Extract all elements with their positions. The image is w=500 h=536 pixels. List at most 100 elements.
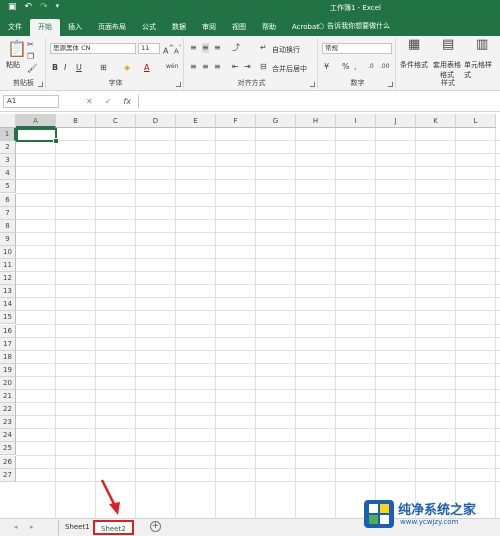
column-header-j[interactable]: J xyxy=(376,114,416,128)
comma-button[interactable]: , xyxy=(354,62,357,72)
percent-button[interactable]: % xyxy=(342,62,350,72)
cut-icon[interactable]: ✂ xyxy=(27,40,34,50)
paste-icon[interactable]: 📋 xyxy=(7,40,27,58)
row-header-3[interactable]: 3 xyxy=(0,154,16,168)
row-header-21[interactable]: 21 xyxy=(0,390,16,404)
row-header-9[interactable]: 9 xyxy=(0,232,16,246)
increase-decimal-icon[interactable]: .0 xyxy=(368,62,374,72)
row-header-11[interactable]: 11 xyxy=(0,259,16,273)
tab-help[interactable]: 帮助 xyxy=(254,19,284,36)
column-header-i[interactable]: I xyxy=(336,114,376,128)
row-header-1[interactable]: 1 xyxy=(0,128,16,142)
increase-indent-icon[interactable]: ⇥ xyxy=(244,62,251,72)
row-header-16[interactable]: 16 xyxy=(0,324,16,338)
row-header-26[interactable]: 26 xyxy=(0,455,16,469)
row-header-22[interactable]: 22 xyxy=(0,403,16,417)
save-icon[interactable]: ▣ xyxy=(8,2,17,12)
scroll-right-icon[interactable]: ▸ xyxy=(30,523,34,531)
tab-view[interactable]: 视图 xyxy=(224,19,254,36)
worksheet-grid[interactable]: A B C D E F G H I J K L 1 2 3 4 5 6 7 8 9 10 11 12 13 14 15 16 17 18 1… xyxy=(0,114,500,518)
dialog-launcher-icon[interactable] xyxy=(176,82,181,87)
row-header-13[interactable]: 13 xyxy=(0,285,16,299)
merge-center-button[interactable]: 合并后居中 xyxy=(272,64,307,74)
decrease-decimal-icon[interactable]: .00 xyxy=(380,62,390,72)
align-middle-icon[interactable]: ≡ xyxy=(202,43,209,53)
column-header-g[interactable]: G xyxy=(256,114,296,128)
column-header-c[interactable]: C xyxy=(96,114,136,128)
scroll-left-icon[interactable]: ◂ xyxy=(14,523,18,531)
row-header-6[interactable]: 6 xyxy=(0,193,16,207)
row-header-2[interactable]: 2 xyxy=(0,141,16,155)
shrink-font-icon[interactable]: Aˇ xyxy=(174,44,182,56)
row-header-20[interactable]: 20 xyxy=(0,376,16,390)
column-header-e[interactable]: E xyxy=(176,114,216,128)
orientation-icon[interactable]: ⤴ xyxy=(232,43,240,53)
column-header-a[interactable]: A xyxy=(16,114,56,128)
row-header-24[interactable]: 24 xyxy=(0,429,16,443)
dialog-launcher-icon[interactable] xyxy=(388,82,393,87)
font-name-select[interactable]: 思源黑体 CN xyxy=(50,43,136,54)
column-header-b[interactable]: B xyxy=(56,114,96,128)
align-center-icon[interactable]: ≡ xyxy=(202,62,209,72)
tab-insert[interactable]: 插入 xyxy=(60,19,90,36)
column-header-f[interactable]: F xyxy=(216,114,256,128)
align-left-icon[interactable]: ≡ xyxy=(190,62,197,72)
paste-button[interactable]: 粘贴 xyxy=(6,60,20,70)
font-size-select[interactable]: 11 xyxy=(138,43,160,54)
row-header-23[interactable]: 23 xyxy=(0,416,16,430)
row-header-14[interactable]: 14 xyxy=(0,298,16,312)
row-header-19[interactable]: 19 xyxy=(0,363,16,377)
column-header-l[interactable]: L xyxy=(456,114,496,128)
currency-icon[interactable]: ¥ xyxy=(324,62,329,72)
row-header-10[interactable]: 10 xyxy=(0,245,16,259)
tab-data[interactable]: 数据 xyxy=(164,19,194,36)
conditional-format-button[interactable]: 条件格式 xyxy=(400,60,428,70)
formula-input[interactable] xyxy=(138,95,496,108)
select-all-button[interactable] xyxy=(0,114,16,128)
enter-icon[interactable]: ✓ xyxy=(105,97,112,106)
tab-home[interactable]: 开始 xyxy=(30,19,60,36)
tab-file[interactable]: 文件 xyxy=(0,19,30,36)
number-format-select[interactable]: 常规 xyxy=(322,43,392,54)
bold-button[interactable]: B xyxy=(52,63,58,73)
undo-icon[interactable]: ↶ xyxy=(25,2,33,12)
add-sheet-icon[interactable]: + xyxy=(150,521,161,532)
wrap-text-button[interactable]: 自动换行 xyxy=(272,45,300,55)
cell-styles-icon[interactable]: ▥ xyxy=(476,38,488,51)
sheet-tab-sheet2[interactable]: Sheet2 xyxy=(93,520,134,535)
name-box[interactable]: A1 xyxy=(3,95,59,108)
row-header-7[interactable]: 7 xyxy=(0,206,16,220)
format-as-table-icon[interactable]: ▤ xyxy=(442,38,454,51)
format-painter-icon[interactable]: 🖌 xyxy=(27,64,37,74)
column-header-k[interactable]: K xyxy=(416,114,456,128)
merge-center-icon[interactable]: ⊟ xyxy=(260,62,267,72)
conditional-format-icon[interactable]: ▦ xyxy=(408,38,420,51)
tab-formulas[interactable]: 公式 xyxy=(134,19,164,36)
row-header-15[interactable]: 15 xyxy=(0,311,16,325)
align-right-icon[interactable]: ≡ xyxy=(214,62,221,72)
align-top-icon[interactable]: ≡ xyxy=(190,43,197,53)
dialog-launcher-icon[interactable] xyxy=(38,82,43,87)
dialog-launcher-icon[interactable] xyxy=(310,82,315,87)
tell-me-box[interactable]: ○ 告诉我你想要做什么 xyxy=(318,21,390,31)
redo-icon[interactable]: ↷ xyxy=(40,2,48,12)
underline-button[interactable]: U xyxy=(76,63,82,73)
format-as-table-button[interactable]: 套用表格格式 xyxy=(430,60,464,80)
chevron-down-icon[interactable]: ▾ xyxy=(56,2,60,12)
active-cell-a1[interactable] xyxy=(16,128,59,144)
row-header-27[interactable]: 27 xyxy=(0,468,16,482)
font-color-icon[interactable]: A xyxy=(144,63,149,73)
row-header-8[interactable]: 8 xyxy=(0,219,16,233)
column-header-d[interactable]: D xyxy=(136,114,176,128)
copy-icon[interactable]: ❐ xyxy=(27,52,34,62)
align-bottom-icon[interactable]: ≡ xyxy=(214,43,221,53)
tab-review[interactable]: 审阅 xyxy=(194,19,224,36)
tab-page-layout[interactable]: 页面布局 xyxy=(90,19,134,36)
row-header-18[interactable]: 18 xyxy=(0,350,16,364)
fill-color-icon[interactable]: ◈ xyxy=(124,63,130,73)
borders-icon[interactable]: ⊞ xyxy=(100,63,107,73)
row-header-25[interactable]: 25 xyxy=(0,442,16,456)
wrap-text-icon[interactable]: ↵ xyxy=(260,43,267,53)
decrease-indent-icon[interactable]: ⇤ xyxy=(232,62,239,72)
row-header-5[interactable]: 5 xyxy=(0,180,16,194)
